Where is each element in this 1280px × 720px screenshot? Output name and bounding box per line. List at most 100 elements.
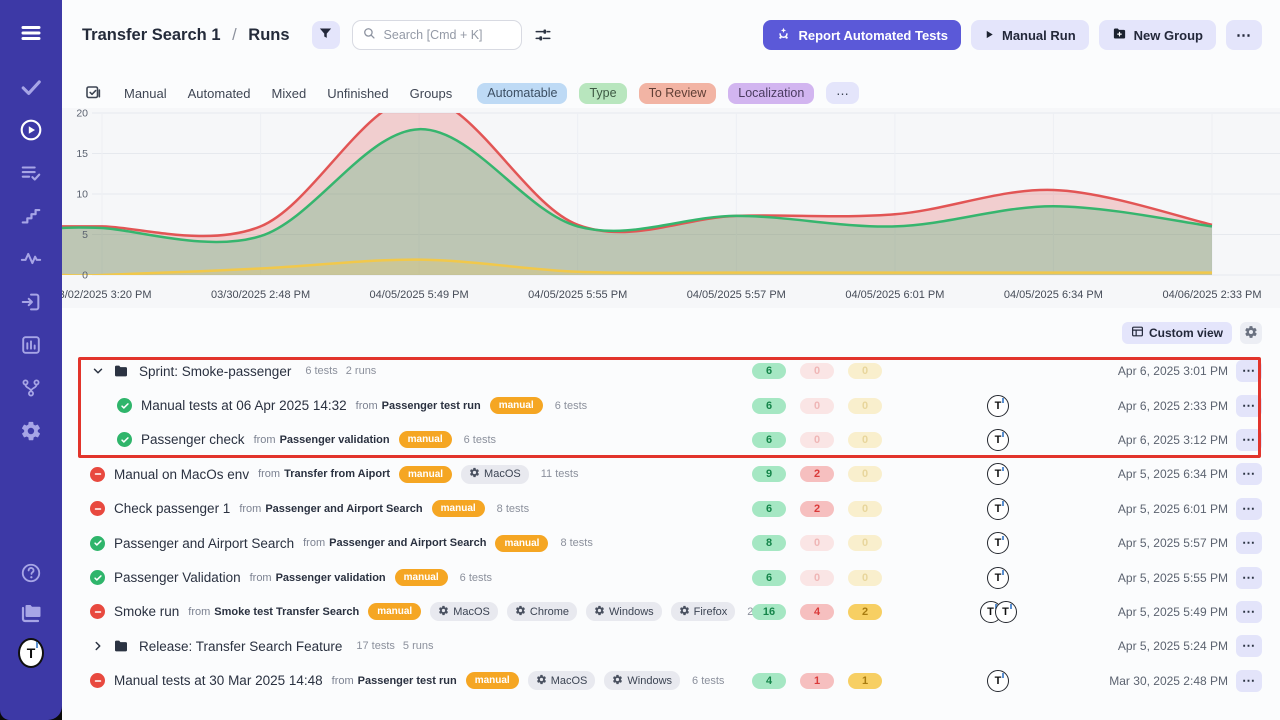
run-date: Apr 5, 2025 5:49 PM bbox=[1118, 605, 1228, 619]
tab-unfinished[interactable]: Unfinished bbox=[327, 86, 388, 101]
sidebar-item-branches[interactable] bbox=[18, 375, 44, 401]
row-more-button[interactable]: ⋯ bbox=[1236, 498, 1262, 520]
env-chip-macos: MacOS bbox=[528, 671, 596, 690]
custom-view-button[interactable]: Custom view bbox=[1122, 322, 1232, 344]
run-row[interactable]: Check passenger 1fromPassenger and Airpo… bbox=[62, 492, 1280, 526]
folder-plus-icon bbox=[1112, 26, 1127, 44]
avatar: T bbox=[987, 395, 1009, 417]
automation-icon bbox=[776, 26, 791, 44]
group-name[interactable]: Release: Transfer Search Feature bbox=[139, 639, 342, 654]
row-more-button[interactable]: ⋯ bbox=[1236, 463, 1262, 485]
result-count-pills: 620 bbox=[752, 501, 882, 517]
new-group-button[interactable]: New Group bbox=[1099, 20, 1216, 50]
sidebar-item-analytics[interactable] bbox=[18, 332, 44, 358]
run-row[interactable]: Passenger and Airport SearchfromPassenge… bbox=[62, 526, 1280, 560]
filter-chip-to-review[interactable]: To Review bbox=[639, 83, 717, 104]
row-more-button[interactable]: ⋯ bbox=[1236, 429, 1262, 451]
row-more-button[interactable]: ⋯ bbox=[1236, 532, 1262, 554]
folders-icon bbox=[19, 601, 43, 625]
sidebar-item-pulse[interactable] bbox=[18, 246, 44, 272]
sidebar-item-menu[interactable] bbox=[18, 20, 44, 46]
manual-badge: manual bbox=[490, 397, 543, 414]
table-toolbar: Custom view bbox=[1122, 322, 1262, 344]
run-date: Apr 6, 2025 2:33 PM bbox=[1118, 399, 1228, 413]
sidebar-item-help[interactable] bbox=[18, 560, 44, 586]
tab-manual[interactable]: Manual bbox=[124, 86, 167, 101]
report-automated-tests-button[interactable]: Report Automated Tests bbox=[763, 20, 961, 50]
app-window: T Transfer Search 1 / Runs Report Automa… bbox=[0, 0, 1280, 720]
chevron-right-icon[interactable] bbox=[92, 640, 104, 652]
avatar: T bbox=[987, 670, 1009, 692]
run-row[interactable]: Manual tests at 30 Mar 2025 14:48fromPas… bbox=[62, 664, 1280, 698]
run-name[interactable]: Passenger Validation bbox=[114, 570, 241, 585]
status-passed-icon bbox=[90, 536, 105, 551]
run-row[interactable]: Manual on MacOs envfromTransfer from Aip… bbox=[62, 457, 1280, 491]
run-date: Apr 5, 2025 5:57 PM bbox=[1118, 536, 1228, 550]
run-name[interactable]: Passenger and Airport Search bbox=[114, 536, 294, 551]
project-name[interactable]: Transfer Search 1 bbox=[82, 26, 221, 44]
manual-run-button[interactable]: Manual Run bbox=[971, 20, 1089, 50]
row-more-button[interactable]: ⋯ bbox=[1236, 635, 1262, 657]
env-chip-windows: Windows bbox=[604, 671, 680, 690]
failed-count-pill: 2 bbox=[800, 501, 834, 517]
sidebar-item-settings[interactable] bbox=[18, 418, 44, 444]
run-row[interactable]: Passenger ValidationfromPassenger valida… bbox=[62, 560, 1280, 594]
status-passed-icon bbox=[117, 398, 132, 413]
tab-mixed[interactable]: Mixed bbox=[272, 86, 307, 101]
sidebar-item-docs[interactable] bbox=[18, 600, 44, 626]
failed-count-pill: 0 bbox=[800, 535, 834, 551]
sidebar-item-logo[interactable]: T bbox=[18, 640, 44, 666]
menu-icon bbox=[19, 21, 43, 45]
group-row[interactable]: Sprint: Smoke-passenger6 tests2 runs600A… bbox=[62, 354, 1280, 388]
run-row[interactable]: Passenger checkfromPassenger validationm… bbox=[62, 423, 1280, 457]
result-count-pills: 600 bbox=[752, 398, 882, 414]
run-name[interactable]: Manual tests at 30 Mar 2025 14:48 bbox=[114, 673, 323, 688]
run-row[interactable]: Manual tests at 06 Apr 2025 14:32fromPas… bbox=[62, 388, 1280, 422]
avatar: T bbox=[987, 567, 1009, 589]
row-more-button[interactable]: ⋯ bbox=[1236, 567, 1262, 589]
run-source: Transfer from Aiport bbox=[284, 468, 390, 480]
svg-text:04/05/2025 6:34 PM: 04/05/2025 6:34 PM bbox=[1004, 289, 1103, 301]
row-more-button[interactable]: ⋯ bbox=[1236, 670, 1262, 692]
header-more-button[interactable]: ⋯ bbox=[1226, 20, 1262, 50]
skipped-count-pill: 0 bbox=[848, 432, 882, 448]
tune-icon[interactable] bbox=[534, 26, 552, 44]
filter-chip-localization[interactable]: Localization bbox=[728, 83, 814, 104]
run-name[interactable]: Passenger check bbox=[141, 432, 245, 447]
run-name[interactable]: Check passenger 1 bbox=[114, 501, 230, 516]
run-name[interactable]: Manual tests at 06 Apr 2025 14:32 bbox=[141, 398, 347, 413]
sidebar-item-runs[interactable] bbox=[18, 117, 44, 143]
result-count-pills: 600 bbox=[752, 363, 882, 379]
row-more-button[interactable]: ⋯ bbox=[1236, 601, 1262, 623]
filter-button[interactable] bbox=[312, 21, 340, 49]
run-row[interactable]: Smoke runfromSmoke test Transfer Searchm… bbox=[62, 595, 1280, 629]
avatar: T bbox=[987, 532, 1009, 554]
tab-automated[interactable]: Automated bbox=[188, 86, 251, 101]
sidebar-item-tests[interactable] bbox=[18, 74, 44, 100]
manual-badge: manual bbox=[399, 431, 452, 448]
group-name[interactable]: Sprint: Smoke-passenger bbox=[139, 364, 291, 379]
run-name[interactable]: Manual on MacOs env bbox=[114, 467, 249, 482]
sidebar-item-milestones[interactable] bbox=[18, 203, 44, 229]
group-row[interactable]: Release: Transfer Search Feature17 tests… bbox=[62, 629, 1280, 663]
sidebar-item-test-plans[interactable] bbox=[18, 160, 44, 186]
row-more-button[interactable]: ⋯ bbox=[1236, 360, 1262, 382]
filter-chip-type[interactable]: Type bbox=[579, 83, 626, 104]
run-name[interactable]: Smoke run bbox=[114, 604, 179, 619]
run-source: Passenger and Airport Search bbox=[265, 503, 422, 515]
header-actions: Report Automated Tests Manual Run New Gr… bbox=[763, 20, 1262, 50]
chevron-down-icon[interactable] bbox=[92, 365, 104, 377]
run-source: Smoke test Transfer Search bbox=[214, 606, 359, 618]
filter-chip--[interactable]: ⋯ bbox=[826, 82, 859, 104]
sidebar-item-imports[interactable] bbox=[18, 289, 44, 315]
from-label: from bbox=[356, 400, 378, 412]
tab-groups[interactable]: Groups bbox=[410, 86, 453, 101]
runs-table: Sprint: Smoke-passenger6 tests2 runs600A… bbox=[62, 354, 1280, 698]
env-chip-macos: MacOS bbox=[430, 602, 498, 621]
view-settings-button[interactable] bbox=[1240, 322, 1262, 344]
filter-chip-automatable[interactable]: Automatable bbox=[477, 83, 567, 104]
search-box[interactable] bbox=[352, 20, 522, 50]
search-input[interactable] bbox=[382, 27, 512, 43]
row-more-button[interactable]: ⋯ bbox=[1236, 395, 1262, 417]
select-all-icon[interactable] bbox=[84, 84, 102, 102]
